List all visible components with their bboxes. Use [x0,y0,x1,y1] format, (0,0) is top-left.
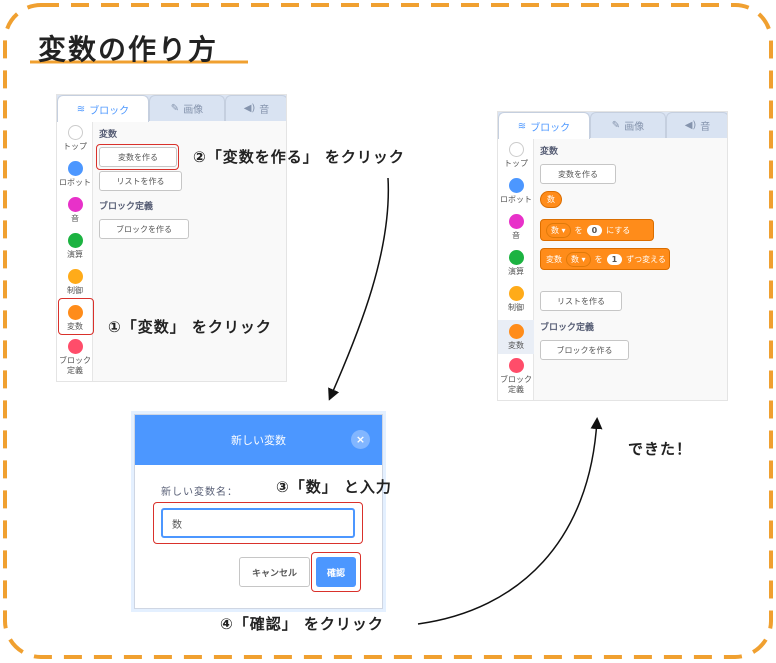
variable-reporter[interactable]: 数 [540,191,562,208]
code-blocks-icon: ≋ [517,120,527,132]
category-operators[interactable]: 演算 [57,233,93,260]
category-operators[interactable]: 演算 [498,250,534,277]
new-variable-dialog: 新しい変数 × 新しい変数名： 数 キャンセル 確認 [134,414,383,609]
highlight-ok-button [311,552,361,592]
category-top[interactable]: トップ [498,142,534,169]
tab-sounds[interactable]: ◀) 音 [666,112,727,138]
highlight-variables-category [58,298,94,335]
set-variable-block[interactable]: 数 ▾ を 0 にする [540,219,654,241]
blocks-panel-after: ≋ ブロック ✎ 画像 ◀) 音 トップ ロボット 音 演算 制御 変数 ブロック定義… [497,111,728,401]
make-block-button[interactable]: ブロックを作る [99,219,189,239]
tab-bar: ≋ ブロック ✎ 画像 ◀) 音 [498,112,727,139]
make-block-button[interactable]: ブロックを作る [540,340,629,360]
value-input[interactable]: 0 [586,224,603,236]
tab-costumes[interactable]: ✎ 画像 [590,112,666,138]
category-list: トップ ロボット 音 演算 制御 変数 ブロック定義 [57,121,93,381]
step3-note: ③「数」 と入力 [276,478,392,496]
variable-dropdown[interactable]: 数 ▾ [546,222,571,238]
category-sound[interactable]: 音 [57,197,93,224]
make-list-button[interactable]: リストを作る [99,171,182,191]
category-variables[interactable]: 変数 [498,320,534,354]
variable-name-label: 新しい変数名： [161,487,238,498]
code-blocks-icon: ≋ [76,103,86,115]
speaker-icon: ◀) [684,120,697,131]
brush-icon: ✎ [611,120,621,131]
brush-icon: ✎ [170,103,180,114]
step2-note: ②「変数を作る」 をクリック [193,148,405,166]
arrow-step4-to-result [417,417,603,625]
section-variables: 変数 [99,130,118,140]
make-variable-button[interactable]: 変数を作る [540,164,616,184]
highlight-name-input [153,502,363,544]
section-variables: 変数 [540,147,559,157]
value-input[interactable]: 1 [606,253,623,265]
category-robot[interactable]: ロボット [498,178,534,205]
tab-sounds[interactable]: ◀) 音 [225,95,286,121]
speaker-icon: ◀) [243,103,256,114]
category-control[interactable]: 制御 [498,286,534,313]
close-icon[interactable]: × [351,430,370,449]
change-variable-block[interactable]: 変数 数 ▾ を 1 ずつ変える [540,248,670,270]
step1-note: ①「変数」 をクリック [108,318,272,336]
category-top[interactable]: トップ [57,125,93,152]
dialog-header: 新しい変数 × [135,415,382,465]
category-robot[interactable]: ロボット [57,161,93,188]
tab-blocks[interactable]: ≋ ブロック [57,95,149,122]
step4-note: ④「確認」 をクリック [220,615,384,633]
category-my-blocks[interactable]: ブロック定義 [57,339,93,376]
section-my-blocks: ブロック定義 [540,323,595,333]
category-list: トップ ロボット 音 演算 制御 変数 ブロック定義 [498,138,534,400]
make-list-button[interactable]: リストを作る [540,291,622,311]
done-note: できた！ [628,440,693,458]
dialog-title: 新しい変数 [231,434,286,447]
page-title: 変数の作り方 [38,33,219,66]
tab-costumes[interactable]: ✎ 画像 [149,95,225,121]
cancel-button[interactable]: キャンセル [239,557,310,587]
highlight-make-variable [96,144,179,170]
category-control[interactable]: 制御 [57,269,93,296]
category-sound[interactable]: 音 [498,214,534,241]
tab-bar: ≋ ブロック ✎ 画像 ◀) 音 [57,95,286,122]
variable-dropdown[interactable]: 数 ▾ [566,251,591,267]
arrow-step2-to-dialog [328,177,390,401]
tab-blocks[interactable]: ≋ ブロック [498,112,590,139]
section-my-blocks: ブロック定義 [99,202,154,212]
blocks-panel-before: ≋ ブロック ✎ 画像 ◀) 音 トップ ロボット 音 演算 制御 変数 ブロック定義… [56,94,287,382]
category-my-blocks[interactable]: ブロック定義 [498,358,534,395]
